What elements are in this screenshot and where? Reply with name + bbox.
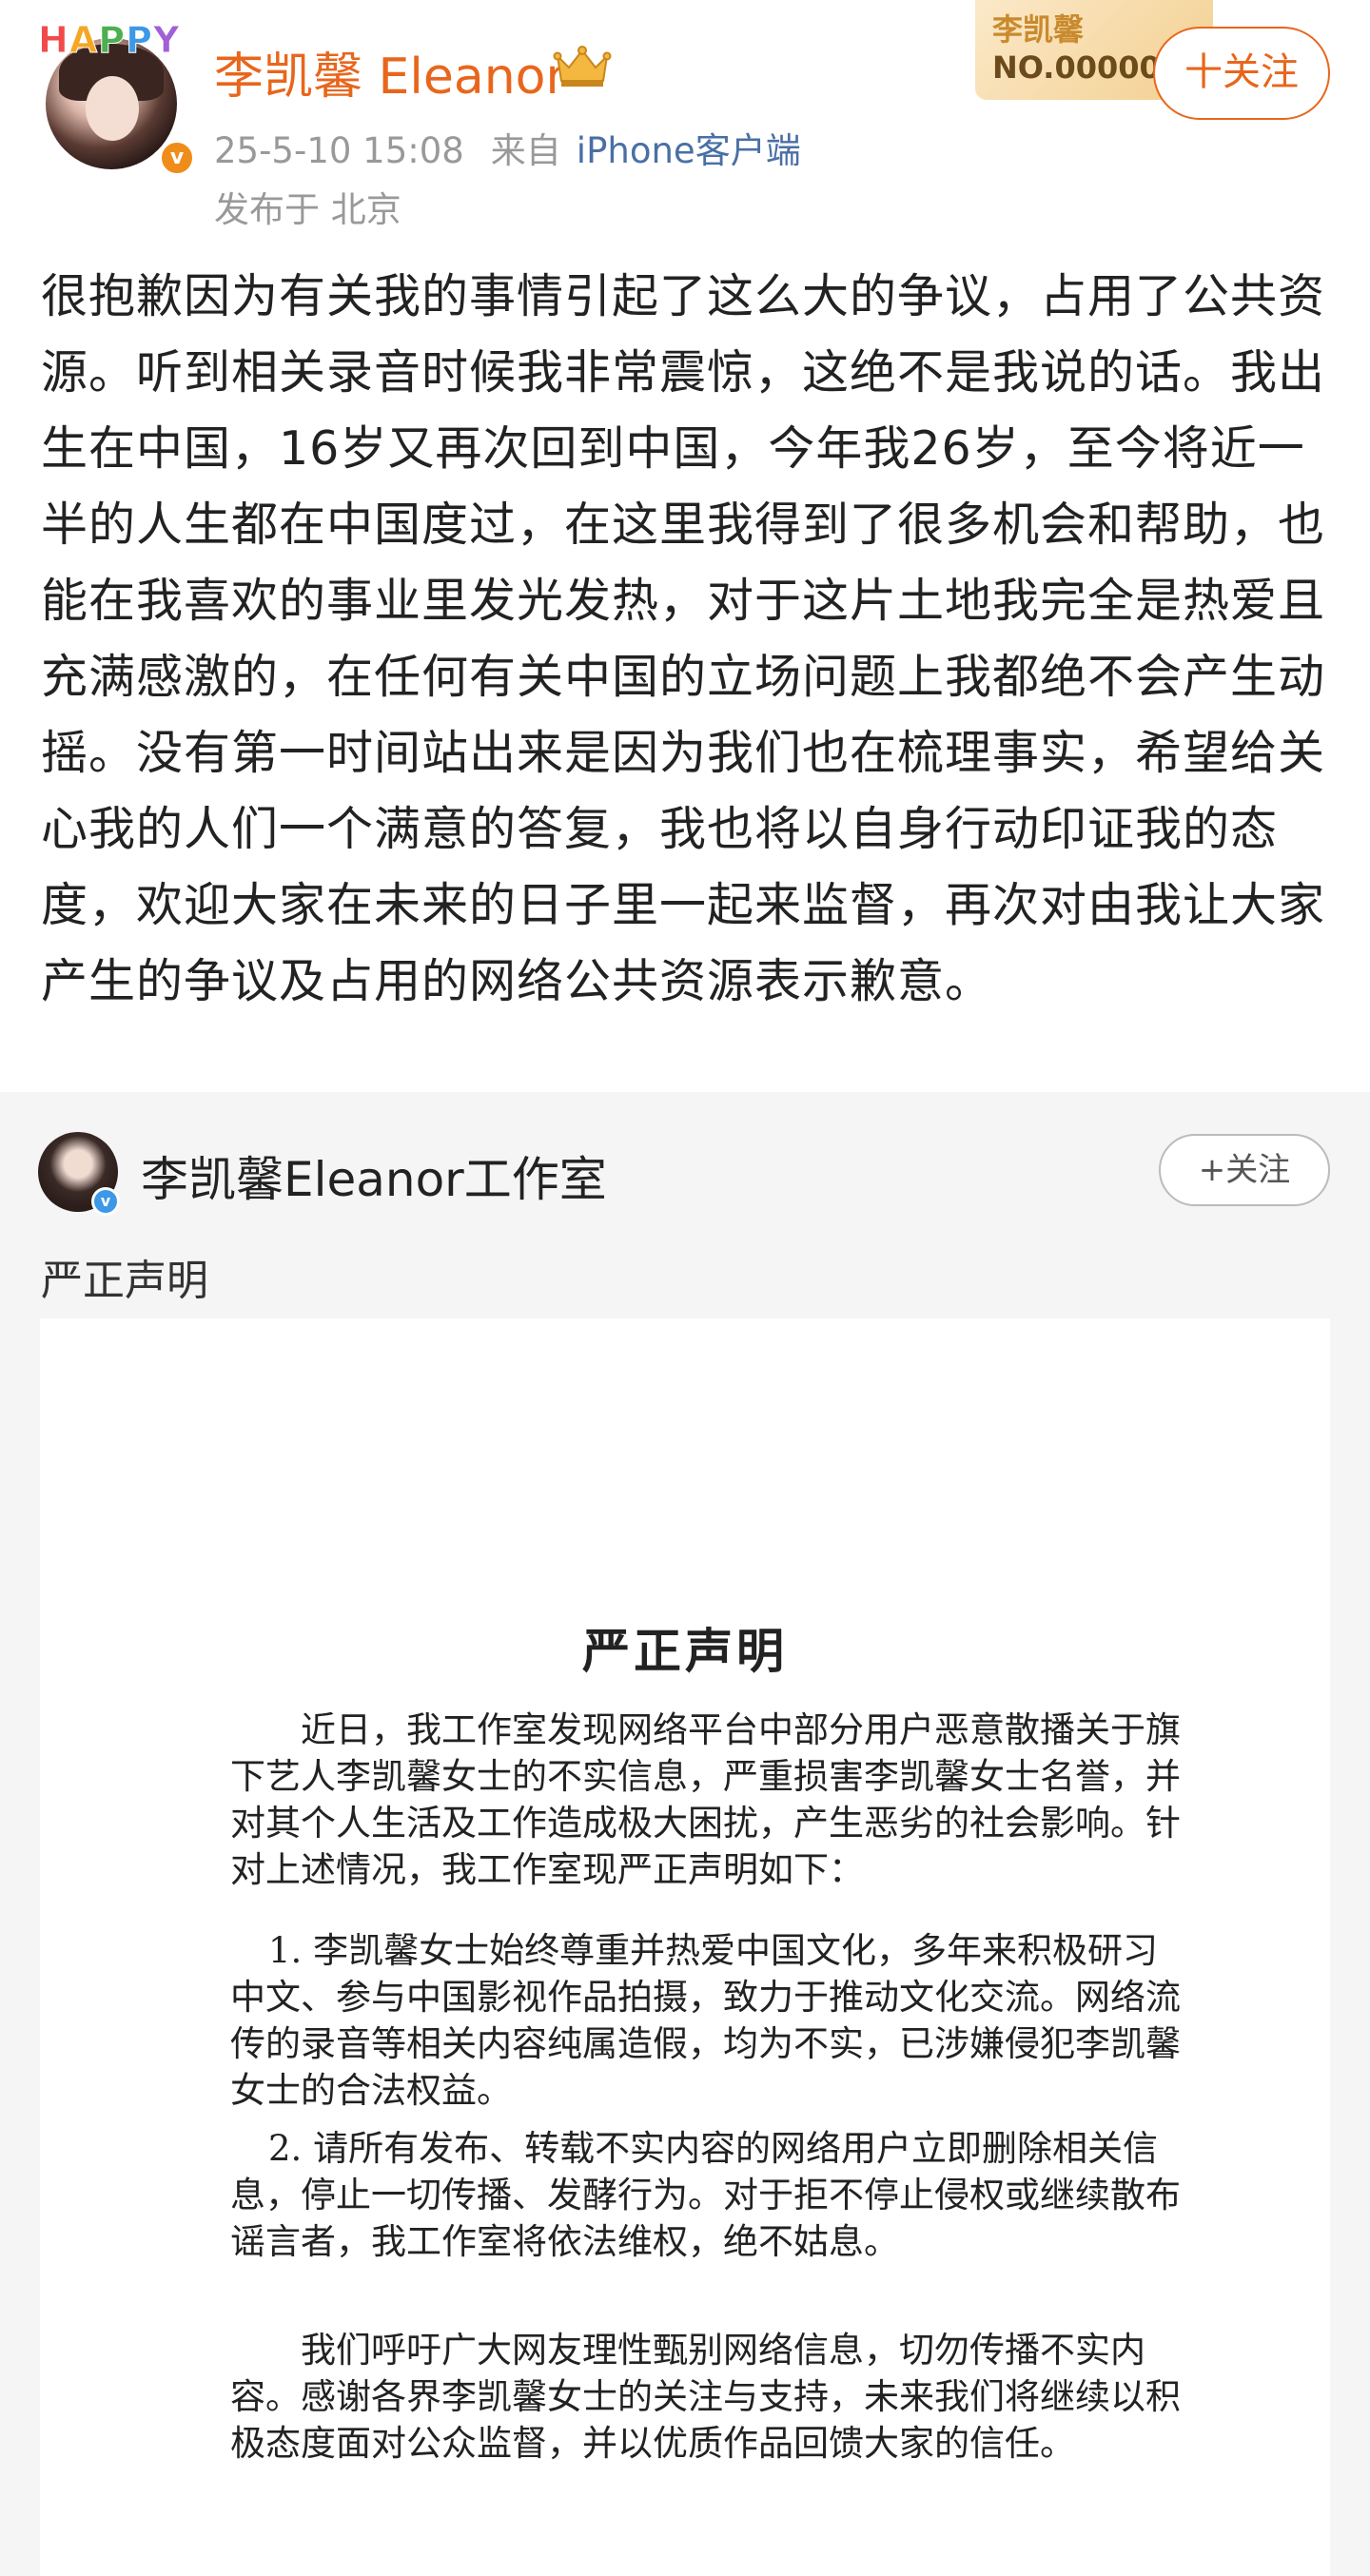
post-timestamp: 25-5-10 15:08	[214, 130, 464, 171]
repost-author-name[interactable]: 李凯馨Eleanor工作室	[141, 1142, 607, 1210]
follow-button[interactable]: 十关注	[1153, 27, 1330, 120]
statement-paragraph: 2. 请所有发布、转载不实内容的网络用户立即删除相关信息，停止一切传播、发酵行为…	[230, 2128, 1181, 2262]
statement-paragraph: 近日，我工作室发现网络平台中部分用户恶意散播关于旗下艺人李凯馨女士的不实信息，严…	[230, 1709, 1181, 1890]
author-avatar[interactable]: HAPPY v	[38, 19, 196, 177]
author-name[interactable]: 李凯馨 Eleanor	[214, 36, 566, 107]
statement-paragraph: 我们呼吁广大网友理性甄别网络信息，切勿传播不实内容。感谢各界李凯馨女士的关注与支…	[230, 2330, 1181, 2464]
repost-text: 严正声明	[41, 1257, 208, 1305]
statement-paragraph: 1. 李凯馨女士始终尊重并热爱中国文化，多年来积极研习中文、参与中国影视作品拍摄…	[230, 1930, 1181, 2111]
post-body-text: 很抱歉因为有关我的事情引起了这么大的争议，占用了公共资源。听到相关录音时候我非常…	[41, 269, 1326, 1008]
repost-card[interactable]: v 李凯馨Eleanor工作室 +关注 严正声明 严正声明 近日，我工作室发现网…	[0, 1092, 1370, 2576]
blue-verified-icon: v	[91, 1187, 120, 1216]
statement-heading: 严正声明	[582, 1623, 788, 1679]
fan-card-name: 李凯馨	[992, 11, 1085, 48]
post-source-link[interactable]: iPhone客户端	[577, 130, 801, 171]
repost-follow-button[interactable]: +关注	[1159, 1134, 1330, 1206]
verified-badge-icon: v	[158, 139, 196, 177]
post-meta: 25-5-10 15:08 来自 iPhone客户端	[214, 122, 801, 173]
from-label: 来自	[490, 130, 561, 171]
post-header: HAPPY v 李凯馨 Eleanor 25-5-10 15:08 来自 iPhon…	[0, 0, 1370, 238]
post-location: 发布于 北京	[214, 189, 401, 230]
happy-badge: HAPPY	[38, 19, 181, 62]
statement-image[interactable]: 严正声明 近日，我工作室发现网络平台中部分用户恶意散播关于旗下艺人李凯馨女士的不…	[40, 1318, 1330, 2576]
crown-badge-icon	[553, 46, 612, 87]
